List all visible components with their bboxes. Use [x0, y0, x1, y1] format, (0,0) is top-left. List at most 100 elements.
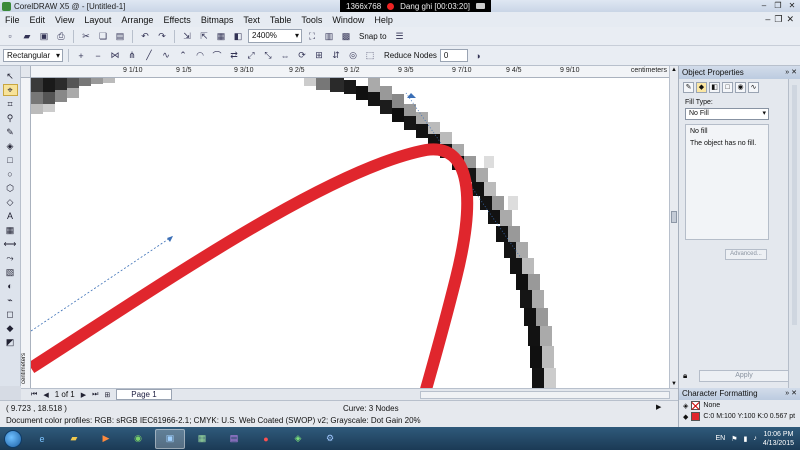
add-node-icon[interactable]: + [74, 49, 88, 63]
table-tool-icon[interactable]: ▦ [3, 224, 18, 236]
lock-icon[interactable]: 🔒︎ [683, 371, 693, 381]
reduce-nodes-input[interactable]: 0 [439, 49, 468, 62]
rotate-nodes-icon[interactable]: ⟳ [295, 49, 309, 63]
basic-shapes-icon[interactable]: ◇ [3, 196, 18, 208]
first-page-icon[interactable]: ⏮ [31, 391, 37, 399]
welcome-screen-icon[interactable]: ◧ [231, 29, 245, 43]
doc-restore-button[interactable]: ❐ [774, 14, 782, 25]
open-folder-icon[interactable]: ▰ [20, 29, 34, 43]
red-curve-path[interactable] [31, 143, 474, 388]
reverse-direction-icon[interactable]: ⇄ [227, 49, 241, 63]
scroll-down-icon[interactable]: ▼ [671, 381, 677, 387]
paste-icon[interactable]: ▤ [113, 29, 127, 43]
new-document-icon[interactable]: ▫ [3, 29, 17, 43]
previous-page-icon[interactable]: ◀ [43, 391, 48, 399]
fill-status-row[interactable]: ◆ C:0 M:100 Y:100 K:0 0.567 pt [679, 411, 800, 422]
horizontal-ruler[interactable]: 9 1/10 9 1/5 9 3/10 9 2/5 9 1/2 9 3/5 9 … [31, 66, 669, 78]
last-page-icon[interactable]: ⏭ [92, 391, 98, 399]
maximize-button[interactable]: ❐ [772, 1, 784, 10]
menu-edit[interactable]: Edit [25, 15, 51, 25]
smart-fill-icon[interactable]: ◈ [3, 140, 18, 152]
blend-tool-icon[interactable]: ▧ [3, 266, 18, 278]
camtasia-icon[interactable]: ◈ [283, 429, 313, 449]
curve-node-marker[interactable] [407, 93, 416, 98]
tray-flag-icon[interactable]: ⚑ [731, 435, 737, 443]
recorder-taskbar-icon[interactable]: ● [251, 429, 281, 449]
language-indicator[interactable]: EN [715, 435, 725, 442]
print-icon[interactable]: ⎙ [54, 29, 68, 43]
ruler-origin[interactable] [21, 66, 31, 78]
rulers-icon[interactable]: ▥ [322, 29, 336, 43]
import-icon[interactable]: ⇲ [180, 29, 194, 43]
menu-text[interactable]: Text [238, 15, 265, 25]
select-all-nodes-icon[interactable]: ⬚ [363, 49, 377, 63]
doc-minimize-button[interactable]: – [765, 14, 770, 25]
menu-file[interactable]: File [0, 15, 25, 25]
selection-mode-select[interactable]: Rectangular [3, 49, 63, 62]
system-clock[interactable]: 10:06 PM 4/13/2015 [763, 430, 794, 448]
redo-icon[interactable]: ↷ [155, 29, 169, 43]
extend-curve-icon[interactable]: ⤢ [244, 49, 258, 63]
align-nodes-icon[interactable]: ⊞ [312, 49, 326, 63]
connector-tool-icon[interactable]: ⤳ [3, 252, 18, 264]
apply-button[interactable]: Apply [699, 370, 789, 382]
delete-node-icon[interactable]: − [91, 49, 105, 63]
freehand-tool-icon[interactable]: ✎ [3, 126, 18, 138]
text-tool-icon[interactable]: A [3, 210, 18, 222]
ie-icon[interactable]: e [27, 429, 57, 449]
snap-to-button[interactable]: Snap to [356, 32, 390, 41]
network-icon[interactable]: ▮ [743, 435, 747, 443]
shape-tool-icon[interactable]: ⌖ [2, 84, 18, 96]
eyedropper-tool-icon[interactable]: ⌁ [3, 294, 18, 306]
menu-layout[interactable]: Layout [79, 15, 116, 25]
transparency-tool-icon[interactable]: ◐ [3, 280, 18, 292]
add-page-icon[interactable]: ⊞ [104, 391, 110, 399]
winrar-icon[interactable]: ▤ [219, 429, 249, 449]
internet-tab-icon[interactable]: ◉ [735, 82, 746, 93]
volume-icon[interactable]: ♪ [753, 435, 757, 442]
smooth-node-icon[interactable]: ◠ [193, 49, 207, 63]
docker-controls[interactable]: » ✕ [785, 66, 797, 79]
rectangle-tool-icon[interactable]: □ [3, 154, 18, 166]
advanced-button[interactable]: Advanced... [725, 249, 767, 260]
menu-table[interactable]: Table [265, 15, 297, 25]
next-page-icon[interactable]: ▶ [81, 391, 86, 399]
menu-arrange[interactable]: Arrange [116, 15, 158, 25]
fill-type-select[interactable]: No Fill [685, 108, 769, 120]
media-player-icon[interactable]: ▶ [91, 429, 121, 449]
interactive-fill-icon[interactable]: ◩ [3, 336, 18, 348]
rectangle-tab-icon[interactable]: □ [722, 82, 733, 93]
drawing-canvas[interactable] [31, 78, 669, 388]
close-button[interactable]: ✕ [786, 1, 798, 10]
application-launcher-icon[interactable]: ▦ [214, 29, 228, 43]
menu-view[interactable]: View [50, 15, 79, 25]
file-explorer-icon[interactable]: ▰ [59, 429, 89, 449]
zoom-level-select[interactable]: 2400% [248, 29, 302, 43]
menu-tools[interactable]: Tools [296, 15, 327, 25]
grid-icon[interactable]: ▩ [339, 29, 353, 43]
cut-icon[interactable]: ✂ [79, 29, 93, 43]
record-icon[interactable] [387, 2, 395, 10]
cusp-node-icon[interactable]: ⌃ [176, 49, 190, 63]
control-handle-arrow[interactable] [167, 236, 173, 242]
curve-tab-icon[interactable]: ∿ [748, 82, 759, 93]
coreldraw-window-icon[interactable]: ▣ [155, 428, 185, 449]
undo-icon[interactable]: ↶ [138, 29, 152, 43]
polygon-tool-icon[interactable]: ⬡ [3, 182, 18, 194]
to-curve-icon[interactable]: ∿ [159, 49, 173, 63]
to-line-icon[interactable]: ╱ [142, 49, 156, 63]
join-nodes-icon[interactable]: ⋈ [108, 49, 122, 63]
dimension-tool-icon[interactable]: ⟷ [3, 238, 18, 250]
scroll-up-icon[interactable]: ▲ [671, 67, 677, 73]
fill-tool-icon[interactable]: ◆ [3, 322, 18, 334]
crop-tool-icon[interactable]: ⌗ [3, 98, 18, 110]
break-curve-icon[interactable]: ⋔ [125, 49, 139, 63]
export-icon[interactable]: ⇱ [197, 29, 211, 43]
horizontal-scrollbar[interactable] [420, 390, 670, 399]
camera-icon[interactable] [476, 3, 485, 9]
menu-bitmaps[interactable]: Bitmaps [196, 15, 239, 25]
fill-tab-icon[interactable]: ◆ [696, 82, 707, 93]
transparency-tab-icon[interactable]: ◧ [709, 82, 720, 93]
symmetrical-node-icon[interactable]: ⌒ [210, 49, 224, 63]
stretch-nodes-icon[interactable]: ⇔ [278, 49, 292, 63]
